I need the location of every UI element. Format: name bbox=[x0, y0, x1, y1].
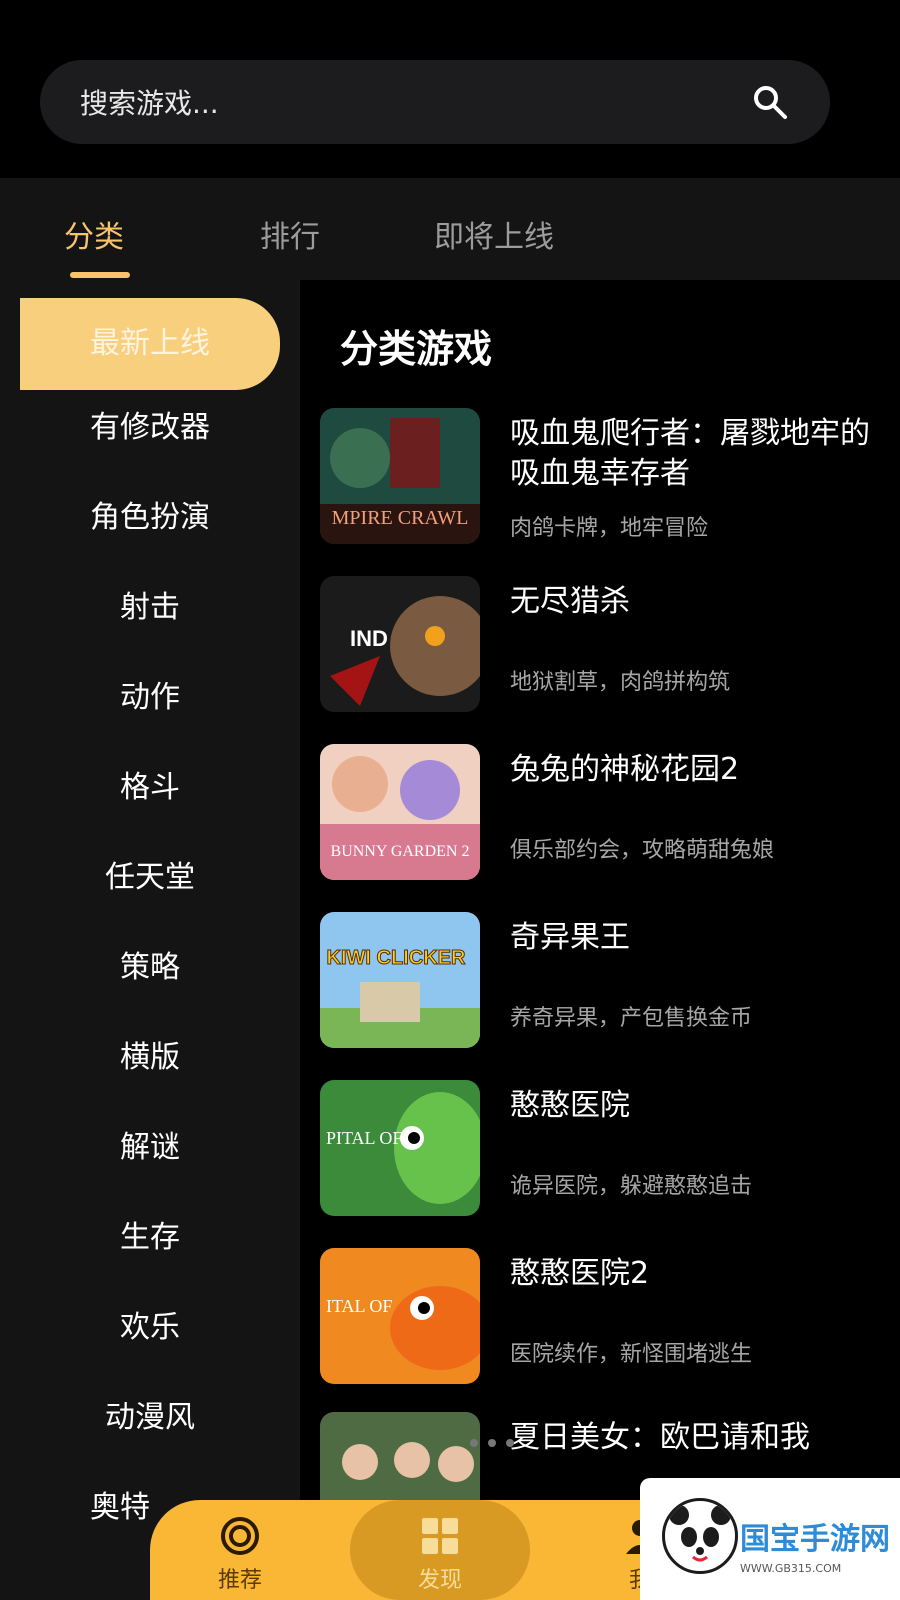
game-tags: 养奇异果，产包售换金币 bbox=[510, 1006, 753, 1031]
sidebar-item-latest[interactable]: 最新上线 bbox=[20, 298, 280, 390]
game-thumb-text: IND bbox=[350, 626, 388, 651]
page-indicator bbox=[470, 1432, 524, 1451]
game-tags: 俱乐部约会，攻略萌甜兔娘 bbox=[510, 838, 775, 863]
sidebar-item-shooter[interactable]: 射击 bbox=[20, 564, 280, 652]
game-card[interactable]: BUNNY GARDEN 2 兔兔的神秘花园2 俱乐部约会，攻略萌甜兔娘 bbox=[320, 744, 880, 884]
game-card[interactable]: PITAL OF 憨憨医院 诡异医院，躲避憨憨追击 bbox=[320, 1080, 880, 1220]
game-thumbnail[interactable]: IND bbox=[320, 576, 480, 712]
sidebar-item-strategy[interactable]: 策略 bbox=[20, 924, 280, 1012]
grid-icon bbox=[422, 1518, 458, 1554]
sidebar-item-fun[interactable]: 欢乐 bbox=[20, 1284, 280, 1372]
game-thumb-text: PITAL OF bbox=[326, 1128, 402, 1148]
game-tags: 医院续作，新怪围堵逃生 bbox=[510, 1342, 753, 1367]
target-icon bbox=[221, 1517, 259, 1555]
watermark-title: 国宝手游网 bbox=[740, 1522, 890, 1557]
search-bar[interactable]: 搜索游戏... bbox=[40, 60, 830, 144]
bottom-nav-recommend[interactable]: 推荐 bbox=[190, 1500, 290, 1600]
sidebar-item-sidescroller[interactable]: 横版 bbox=[20, 1014, 280, 1102]
game-title[interactable]: 憨憨医院 bbox=[510, 1086, 870, 1126]
sidebar-item-fighting[interactable]: 格斗 bbox=[20, 744, 280, 832]
game-thumb-text: BUNNY GARDEN 2 bbox=[331, 843, 470, 860]
watermark-url: WWW.GB315.COM bbox=[740, 1562, 842, 1575]
game-thumbnail[interactable]: MPIRE CRAWL bbox=[320, 408, 480, 544]
tab-category[interactable]: 分类 bbox=[64, 212, 124, 256]
watermark: 国宝手游网 WWW.GB315.COM bbox=[640, 1478, 900, 1600]
game-list-panel: 分类游戏 MPIRE CRAWL 吸血鬼爬行者：屠戮地牢的吸血鬼幸存者 肉鸽卡牌… bbox=[300, 280, 900, 1600]
game-title[interactable]: 无尽猎杀 bbox=[510, 582, 870, 622]
game-card[interactable]: ITAL OF 憨憨医院2 医院续作，新怪围堵逃生 bbox=[320, 1248, 880, 1388]
game-card[interactable]: IND 无尽猎杀 地狱割草，肉鸽拼构筑 bbox=[320, 576, 880, 716]
game-title[interactable]: 吸血鬼爬行者：屠戮地牢的吸血鬼幸存者 bbox=[510, 414, 870, 494]
sidebar-item-action[interactable]: 动作 bbox=[20, 654, 280, 742]
game-thumbnail[interactable]: BUNNY GARDEN 2 bbox=[320, 744, 480, 880]
bottom-nav-label: 推荐 bbox=[217, 1568, 262, 1593]
game-tags: 地狱割草，肉鸽拼构筑 bbox=[510, 670, 731, 695]
sidebar-item-survival[interactable]: 生存 bbox=[20, 1194, 280, 1282]
sidebar-item-trainer[interactable]: 有修改器 bbox=[20, 384, 280, 472]
game-thumbnail[interactable]: KIWI CLICKER bbox=[320, 912, 480, 1048]
game-card[interactable]: MPIRE CRAWL 吸血鬼爬行者：屠戮地牢的吸血鬼幸存者 肉鸽卡牌，地牢冒险 bbox=[320, 408, 880, 548]
search-icon[interactable] bbox=[750, 82, 790, 122]
game-thumb-text: KIWI CLICKER bbox=[327, 947, 466, 969]
tab-upcoming[interactable]: 即将上线 bbox=[434, 212, 554, 256]
game-card[interactable]: KIWI CLICKER 奇异果王 养奇异果，产包售换金币 bbox=[320, 912, 880, 1052]
game-thumbnail[interactable]: ITAL OF bbox=[320, 1248, 480, 1384]
tab-bar: 分类 排行 即将上线 bbox=[0, 178, 900, 280]
sidebar-item-nintendo[interactable]: 任天堂 bbox=[20, 834, 280, 922]
game-thumb-text: ITAL OF bbox=[326, 1296, 392, 1316]
bottom-nav-discover[interactable]: 发现 bbox=[390, 1500, 490, 1600]
game-thumb-text: MPIRE CRAWL bbox=[332, 507, 469, 529]
game-title[interactable]: 夏日美女：欧巴请和我 bbox=[510, 1418, 870, 1466]
bottom-nav-label: 发现 bbox=[417, 1568, 462, 1593]
search-input[interactable]: 搜索游戏... bbox=[80, 82, 219, 122]
sidebar-item-rpg[interactable]: 角色扮演 bbox=[20, 474, 280, 562]
game-thumbnail[interactable]: PITAL OF bbox=[320, 1080, 480, 1216]
tab-ranking[interactable]: 排行 bbox=[260, 212, 320, 256]
game-title[interactable]: 奇异果王 bbox=[510, 918, 870, 958]
game-title[interactable]: 兔兔的神秘花园2 bbox=[510, 750, 870, 790]
panda-logo-icon bbox=[662, 1498, 738, 1574]
game-title[interactable]: 憨憨医院2 bbox=[510, 1254, 870, 1294]
section-title: 分类游戏 bbox=[340, 327, 493, 371]
category-sidebar: 最新上线 有修改器 角色扮演 射击 动作 格斗 任天堂 策略 横版 解谜 生存 … bbox=[0, 280, 300, 1600]
game-tags: 诡异医院，躲避憨憨追击 bbox=[510, 1174, 753, 1199]
tab-active-indicator bbox=[70, 272, 130, 278]
game-tags: 肉鸽卡牌，地牢冒险 bbox=[510, 516, 709, 541]
sidebar-item-puzzle[interactable]: 解谜 bbox=[20, 1104, 280, 1192]
sidebar-item-anime[interactable]: 动漫风 bbox=[20, 1374, 280, 1462]
